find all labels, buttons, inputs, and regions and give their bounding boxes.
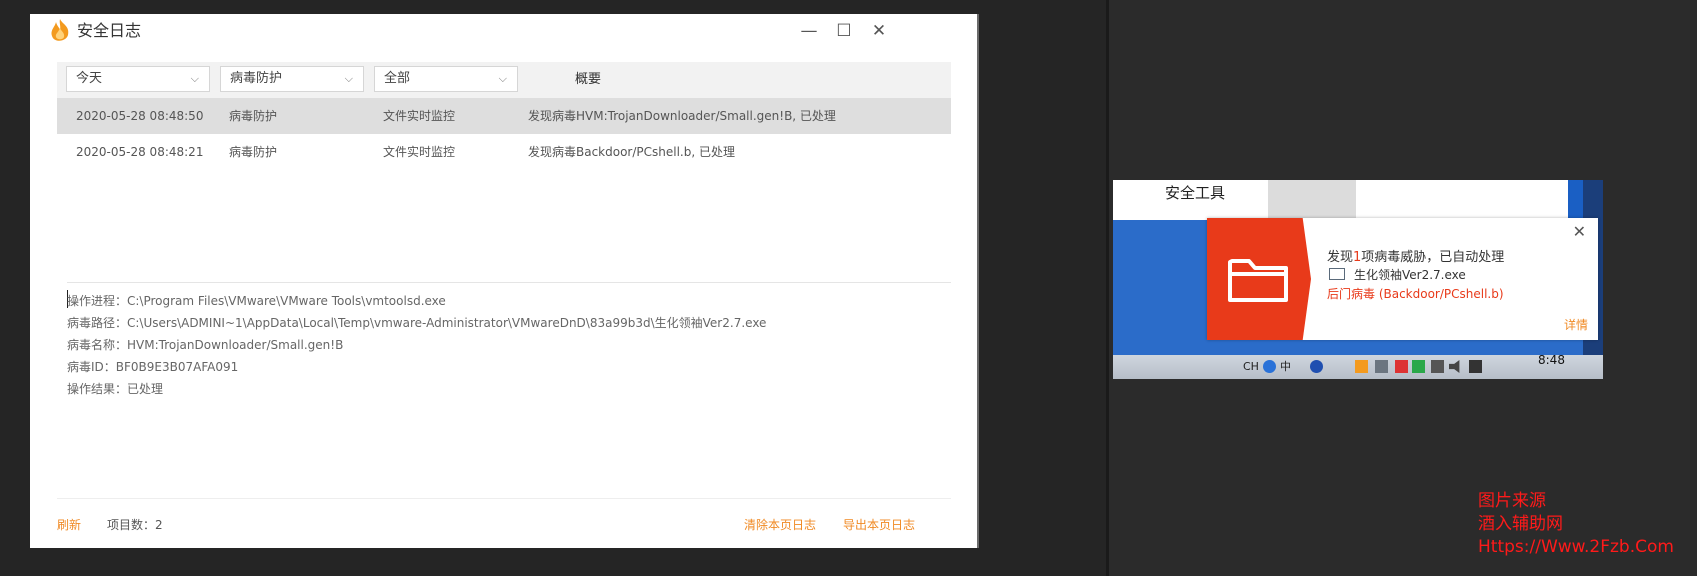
window-border (977, 14, 979, 548)
type-filter-select[interactable]: 全部 ⌵ (374, 66, 518, 92)
row-source: 文件实时监控 (383, 109, 456, 123)
row-summary: 发现病毒HVM:TrojanDownloader/Small.gen!B, 已处… (528, 109, 836, 123)
tab-security-tools[interactable]: 安全工具 (1113, 180, 1268, 220)
category-filter-select[interactable]: 病毒防护 ⌵ (220, 66, 364, 92)
chevron-down-icon: ⌵ (190, 72, 199, 85)
threat-name: 后门病毒 (Backdoor/PCshell.b) (1327, 287, 1504, 301)
footer-divider (57, 498, 951, 499)
chevron-down-icon: ⌵ (344, 72, 353, 85)
title-bar[interactable]: 安全日志 — ☐ ✕ (30, 14, 978, 50)
date-filter-select[interactable]: 今天 ⌵ (66, 66, 210, 92)
type-filter-value: 全部 (384, 71, 411, 86)
watermark-line: 图片来源 (1478, 491, 1546, 511)
tab-inactive[interactable] (1268, 180, 1356, 220)
security-tray-icon[interactable] (1355, 360, 1368, 373)
row-time: 2020-05-28 08:48:50 (76, 109, 204, 123)
watermark-line: Https://Www.2Fzb.Com (1478, 537, 1674, 557)
ime-indicator[interactable]: 中 (1280, 359, 1291, 375)
refresh-link[interactable]: 刷新 (57, 516, 81, 534)
flame-shield-icon (51, 19, 69, 41)
minimize-button[interactable]: — (796, 18, 822, 44)
row-category: 病毒防护 (229, 109, 278, 123)
date-filter-value: 今天 (76, 71, 103, 86)
details-link[interactable]: 详情 (1564, 316, 1588, 333)
table-row[interactable]: 2020-05-28 08:48:50 病毒防护 文件实时监控 发现病毒HVM:… (57, 98, 951, 134)
category-filter-value: 病毒防护 (230, 71, 283, 86)
item-count: 项目数：2 (107, 518, 163, 532)
display-icon[interactable] (1469, 360, 1482, 373)
window-title: 安全日志 (77, 21, 142, 40)
chevron-down-icon: ⌵ (498, 72, 507, 85)
close-button[interactable]: ✕ (866, 18, 892, 44)
security-log-window: 安全日志 — ☐ ✕ 今天 ⌵ 病毒防护 ⌵ 全部 ⌵ 概要 2020-05-2… (30, 14, 978, 548)
alert-suffix: 项病毒威胁，已自动处理 (1361, 250, 1505, 265)
close-icon[interactable]: ✕ (1573, 222, 1586, 241)
table-row[interactable]: 2020-05-28 08:48:21 病毒防护 文件实时监控 发现病毒Back… (57, 134, 951, 170)
language-indicator[interactable]: CH (1243, 359, 1259, 375)
volume-icon[interactable] (1449, 360, 1460, 373)
cloud-icon[interactable] (1431, 360, 1444, 373)
clear-log-link[interactable]: 清除本页日志 (744, 516, 816, 534)
network-icon[interactable] (1412, 360, 1425, 373)
row-summary: 发现病毒Backdoor/PCshell.b, 已处理 (528, 145, 735, 159)
export-log-link[interactable]: 导出本页日志 (843, 516, 915, 534)
taskbar: CH 中 8:48 (1113, 353, 1603, 379)
search-icon[interactable] (1263, 360, 1276, 373)
watermark-line: 酒入辅助网 (1478, 514, 1563, 534)
divider (67, 282, 951, 283)
exe-file-icon (1329, 268, 1345, 280)
virus-alert-toast[interactable]: ✕ 发现1项病毒威胁，已自动处理 生化领袖Ver2.7.exe 后门病毒 (Ba… (1207, 218, 1598, 340)
watermark: 图片来源 酒入辅助网 Https://Www.2Fzb.Com (1478, 490, 1674, 559)
notification-snapshot: 安全工具 ✕ 发现1项病毒威胁，已自动处理 生化领袖Ver2.7.exe 后门病… (1113, 180, 1603, 379)
alert-headline: 发现1项病毒威胁，已自动处理 (1327, 246, 1504, 265)
infected-file-name: 生化领袖Ver2.7.exe (1354, 268, 1466, 282)
app-tray-icon[interactable] (1395, 360, 1408, 373)
background-window: 安全工具 (1113, 180, 1603, 220)
row-time: 2020-05-28 08:48:21 (76, 145, 204, 159)
detail-virus-path: 病毒路径：C:\Users\ADMINI~1\AppData\Local\Tem… (67, 316, 767, 330)
tab-label: 安全工具 (1165, 184, 1226, 202)
summary-column-header: 概要 (575, 72, 602, 87)
detail-virus-name: 病毒名称：HVM:TrojanDownloader/Small.gen!B (67, 338, 344, 352)
keyboard-icon[interactable] (1375, 360, 1388, 373)
detail-virus-id: 病毒ID：BF0B9E3B07AFA091 (67, 360, 239, 374)
folder-icon (1228, 259, 1288, 302)
row-source: 文件实时监控 (383, 145, 456, 159)
filter-bar: 今天 ⌵ 病毒防护 ⌵ 全部 ⌵ 概要 (57, 62, 951, 98)
clock[interactable]: 8:48 (1538, 353, 1565, 367)
detail-process: 操作进程：C:\Program Files\VMware\VMware Tool… (67, 294, 446, 308)
alert-prefix: 发现 (1327, 250, 1354, 265)
row-category: 病毒防护 (229, 145, 278, 159)
detail-result: 操作结果：已处理 (67, 382, 164, 396)
maximize-button[interactable]: ☐ (831, 18, 857, 44)
help-icon[interactable] (1310, 360, 1323, 373)
